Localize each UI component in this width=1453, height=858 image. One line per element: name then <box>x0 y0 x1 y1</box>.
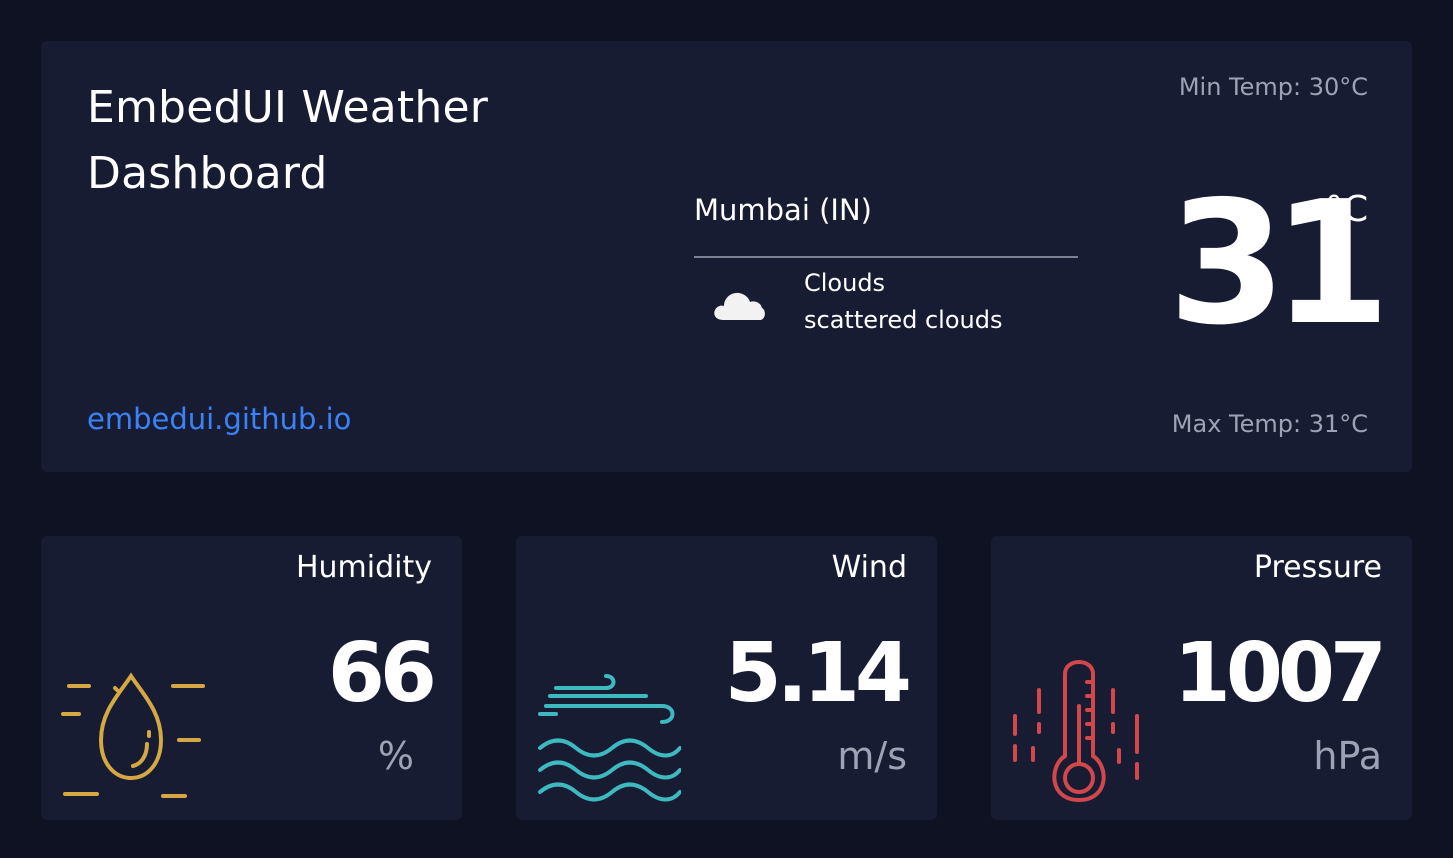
city-name: Mumbai (IN) <box>694 193 872 227</box>
humidity-value: 66 <box>327 626 437 721</box>
weather-summary-card: EmbedUI Weather Dashboard embedui.github… <box>41 41 1412 472</box>
max-temp: Max Temp: 31°C <box>1171 410 1368 438</box>
humidity-card: Humidity 66 % <box>41 536 462 820</box>
wind-value: 5.14 <box>724 626 912 721</box>
cloud-icon <box>714 292 765 320</box>
wind-icon <box>538 674 681 802</box>
humidity-label: Humidity <box>295 550 432 585</box>
pressure-unit: hPa <box>1313 734 1382 778</box>
site-link[interactable]: embedui.github.io <box>87 402 351 436</box>
pressure-label: Pressure <box>1253 550 1382 585</box>
app-title: EmbedUI Weather Dashboard <box>87 82 489 199</box>
divider <box>694 256 1078 258</box>
wind-label: Wind <box>831 550 907 585</box>
pressure-value: 1007 <box>1173 626 1387 721</box>
humidity-drop-icon <box>61 672 205 798</box>
condition-main: Clouds <box>804 269 886 297</box>
condition-description: scattered clouds <box>804 306 1003 334</box>
pressure-card: Pressure 1007 hPa <box>991 536 1412 820</box>
humidity-unit: % <box>377 734 414 778</box>
thermometer-icon <box>1013 660 1139 803</box>
min-temp: Min Temp: 30°C <box>1178 73 1368 101</box>
wind-unit: m/s <box>837 734 907 778</box>
temperature-unit: °C <box>1325 189 1369 230</box>
wind-card: Wind 5.14 m/s <box>516 536 937 820</box>
